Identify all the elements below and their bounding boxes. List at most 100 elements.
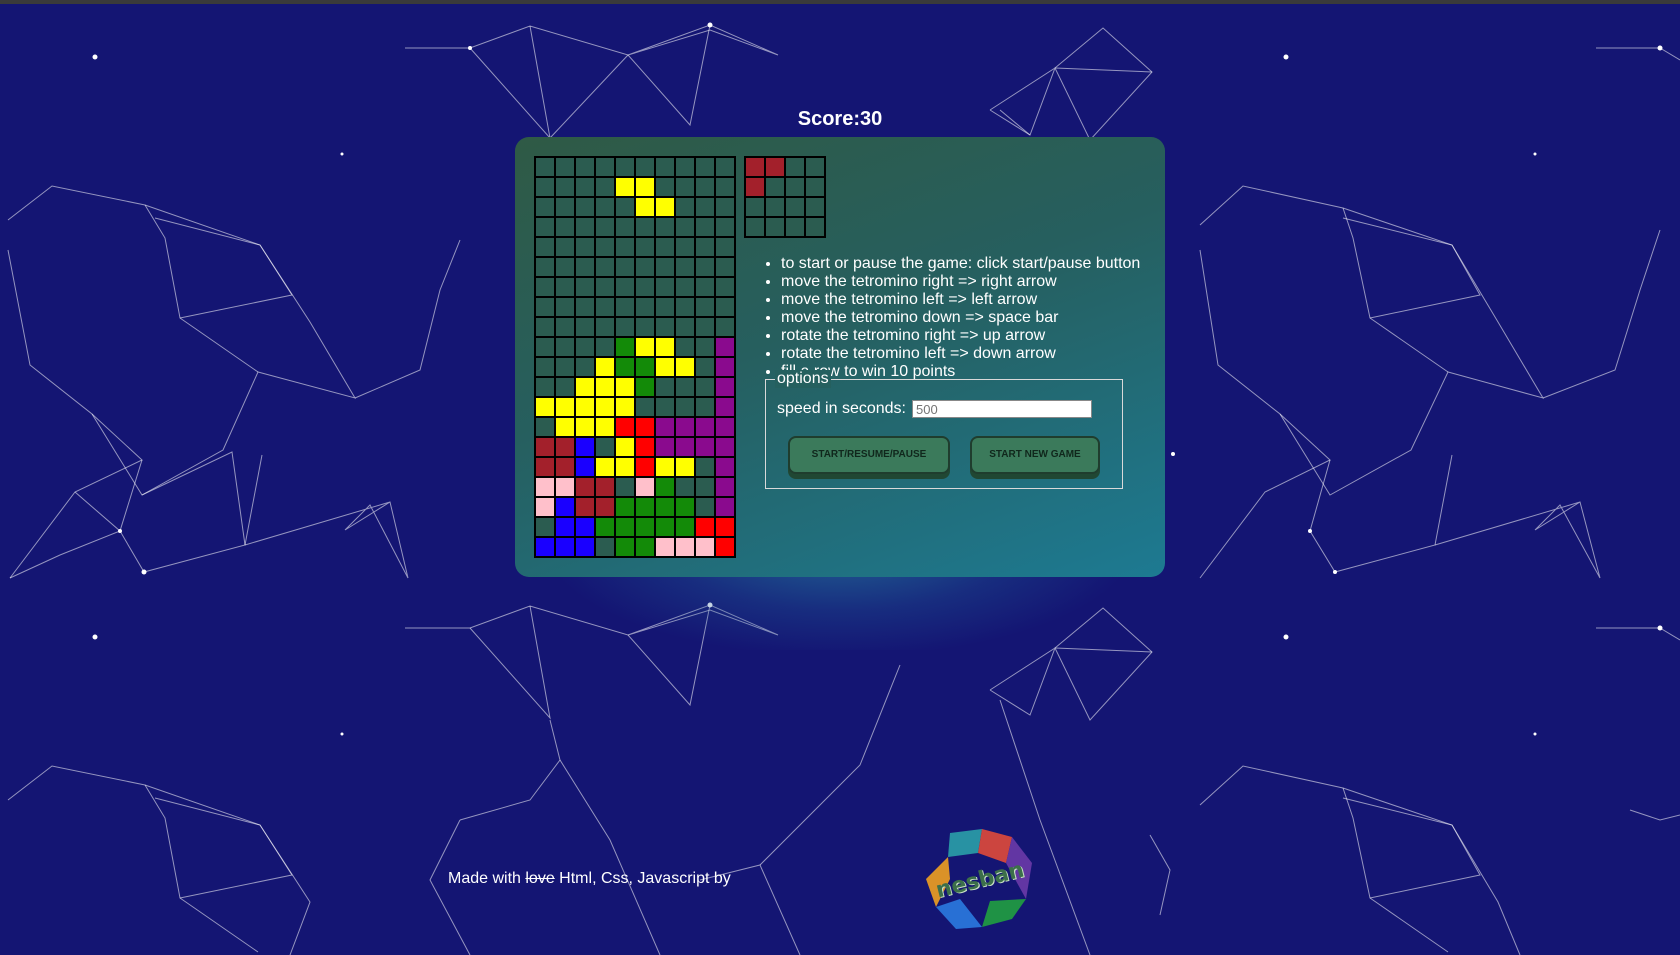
speed-input[interactable] bbox=[912, 400, 1092, 418]
board-cell-filled bbox=[676, 538, 694, 556]
board-cell-empty bbox=[596, 218, 614, 236]
board-cell-filled bbox=[576, 378, 594, 396]
board-cell-empty bbox=[576, 258, 594, 276]
board-cell-empty bbox=[696, 298, 714, 316]
board-cell-filled bbox=[636, 438, 654, 456]
board-cell-empty bbox=[676, 338, 694, 356]
board-cell-empty bbox=[536, 238, 554, 256]
board-cell-empty bbox=[696, 338, 714, 356]
board-cell-empty bbox=[636, 318, 654, 336]
board-cell-filled bbox=[656, 438, 674, 456]
start-new-game-button[interactable]: START NEW GAME bbox=[970, 436, 1100, 474]
board-cell-filled bbox=[616, 398, 634, 416]
board-cell-filled bbox=[746, 158, 764, 176]
board-cell-empty bbox=[676, 278, 694, 296]
board-cell-empty bbox=[596, 318, 614, 336]
board-cell-empty bbox=[806, 158, 824, 176]
instruction-item: move the tetromino right => right arrow bbox=[781, 273, 1140, 291]
board-cell-empty bbox=[656, 298, 674, 316]
board-cell-filled bbox=[656, 358, 674, 376]
board-cell-filled bbox=[536, 398, 554, 416]
board-cell-empty bbox=[536, 298, 554, 316]
board-cell-empty bbox=[656, 398, 674, 416]
board-cell-empty bbox=[576, 278, 594, 296]
board-cell-empty bbox=[576, 358, 594, 376]
board-cell-filled bbox=[636, 458, 654, 476]
board-cell-empty bbox=[766, 218, 784, 236]
board-cell-filled bbox=[716, 378, 734, 396]
board-cell-empty bbox=[556, 358, 574, 376]
board-cell-empty bbox=[596, 438, 614, 456]
board-cell-empty bbox=[676, 218, 694, 236]
board-cell-empty bbox=[766, 198, 784, 216]
board-cell-filled bbox=[536, 438, 554, 456]
board-cell-empty bbox=[676, 398, 694, 416]
board-cell-filled bbox=[656, 478, 674, 496]
board-cell-filled bbox=[576, 518, 594, 536]
board-cell-empty bbox=[716, 318, 734, 336]
board-cell-filled bbox=[746, 178, 764, 196]
board-cell-empty bbox=[696, 198, 714, 216]
board-cell-empty bbox=[766, 178, 784, 196]
board-cell-filled bbox=[576, 478, 594, 496]
board-cell-empty bbox=[596, 538, 614, 556]
board-cell-filled bbox=[636, 518, 654, 536]
board-cell-filled bbox=[676, 358, 694, 376]
board-cell-empty bbox=[806, 198, 824, 216]
board-cell-empty bbox=[576, 238, 594, 256]
board-cell-empty bbox=[656, 278, 674, 296]
board-cell-filled bbox=[576, 538, 594, 556]
board-cell-empty bbox=[636, 278, 654, 296]
board-cell-filled bbox=[636, 418, 654, 436]
board-cell-empty bbox=[636, 298, 654, 316]
board-cell-empty bbox=[536, 518, 554, 536]
board-cell-empty bbox=[786, 218, 804, 236]
board-cell-filled bbox=[616, 538, 634, 556]
board-cell-filled bbox=[596, 398, 614, 416]
board-cell-empty bbox=[576, 158, 594, 176]
board-cell-empty bbox=[696, 218, 714, 236]
board-cell-empty bbox=[616, 318, 634, 336]
board-cell-empty bbox=[696, 378, 714, 396]
board-cell-empty bbox=[576, 338, 594, 356]
board-cell-empty bbox=[616, 278, 634, 296]
board-cell-filled bbox=[576, 458, 594, 476]
board-cell-empty bbox=[716, 198, 734, 216]
board-cell-empty bbox=[576, 218, 594, 236]
board-cell-empty bbox=[576, 178, 594, 196]
board-cell-empty bbox=[656, 238, 674, 256]
board-cell-filled bbox=[536, 458, 554, 476]
board-cell-filled bbox=[556, 538, 574, 556]
board-cell-empty bbox=[556, 278, 574, 296]
board-cell-empty bbox=[716, 218, 734, 236]
board-cell-empty bbox=[716, 258, 734, 276]
start-resume-pause-button[interactable]: START/RESUME/PAUSE bbox=[788, 436, 950, 474]
board-cell-empty bbox=[596, 158, 614, 176]
board-cell-empty bbox=[676, 298, 694, 316]
board-cell-empty bbox=[696, 318, 714, 336]
board-cell-filled bbox=[716, 498, 734, 516]
board-cell-empty bbox=[716, 278, 734, 296]
board-cell-filled bbox=[616, 458, 634, 476]
board-cell-filled bbox=[596, 498, 614, 516]
board-cell-empty bbox=[536, 158, 554, 176]
board-cell-empty bbox=[616, 158, 634, 176]
board-cell-empty bbox=[536, 198, 554, 216]
board-cell-empty bbox=[806, 218, 824, 236]
board-cell-filled bbox=[656, 418, 674, 436]
board-cell-filled bbox=[716, 418, 734, 436]
board-cell-empty bbox=[676, 158, 694, 176]
board-cell-filled bbox=[596, 478, 614, 496]
board-cell-empty bbox=[716, 158, 734, 176]
board-cell-filled bbox=[576, 418, 594, 436]
board-cell-empty bbox=[716, 178, 734, 196]
board-cell-empty bbox=[716, 298, 734, 316]
board-cell-empty bbox=[716, 238, 734, 256]
next-piece-preview bbox=[744, 156, 826, 238]
board-cell-empty bbox=[596, 238, 614, 256]
board-cell-empty bbox=[556, 318, 574, 336]
board-cell-filled bbox=[656, 338, 674, 356]
board-cell-empty bbox=[616, 258, 634, 276]
board-cell-filled bbox=[556, 518, 574, 536]
board-cell-empty bbox=[636, 258, 654, 276]
